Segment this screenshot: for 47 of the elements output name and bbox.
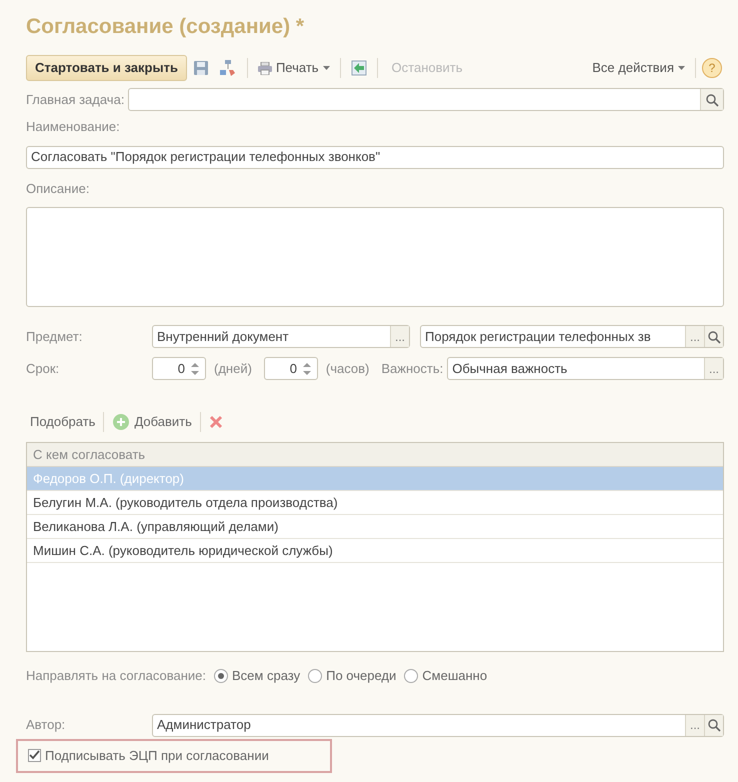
window-title: Согласование (создание) *: [26, 14, 306, 40]
name-field[interactable]: Согласовать "Порядок регистрации телефонных звонков": [26, 146, 724, 168]
radio-option[interactable]: Всем сразу: [214, 666, 300, 686]
table-row[interactable]: Белугин М.А. (руководитель отдела производства): [27, 491, 723, 515]
choose-button[interactable]: ...: [390, 326, 409, 347]
search-icon[interactable]: [707, 718, 721, 732]
field-label: Описание:: [26, 180, 90, 198]
add-button[interactable]: Добавить: [112, 412, 192, 432]
unit-label: (часов): [326, 360, 370, 378]
printer-icon: [258, 62, 272, 74]
subject-type-field[interactable]: Внутренний документ ...: [152, 325, 410, 348]
dropdown-arrow-icon: [322, 66, 330, 70]
radio-option[interactable]: По очереди: [308, 666, 396, 686]
menu-button[interactable]: Печать: [254, 58, 334, 78]
radio-option[interactable]: Смешанно: [404, 666, 488, 686]
column-header: С кем согласовать: [33, 446, 146, 464]
route-icon[interactable]: [218, 59, 237, 77]
dropdown-arrow-icon: [678, 66, 685, 70]
subject-field[interactable]: Порядок регистрации телефонных зв ...: [420, 325, 724, 348]
search-icon[interactable]: [705, 92, 719, 106]
delete-icon[interactable]: [208, 415, 223, 429]
sign-checkbox[interactable]: Подписывать ЭЦП при согласовании: [28, 746, 269, 766]
menu-button[interactable]: Все действия: [588, 58, 689, 78]
table-row[interactable]: Великанова Л.А. (управляющий делами): [27, 515, 723, 539]
author-field[interactable]: Администратор ...: [152, 714, 724, 736]
start-and-close-button[interactable]: Стартовать и закрыть: [26, 55, 187, 81]
table-row[interactable]: Мишин С.А. (руководитель юридической службы): [27, 539, 723, 563]
arrow-icon[interactable]: [350, 60, 367, 76]
field-label: Наименование:: [26, 118, 121, 136]
field-label: Предмет:: [26, 328, 84, 346]
field-label: Направлять на согласование:: [26, 667, 206, 685]
plus-icon: [112, 413, 130, 431]
field-label: Главная задача:: [26, 90, 124, 109]
spinner-arrows-icon[interactable]: [189, 360, 201, 376]
number-spinner[interactable]: 0: [152, 357, 206, 380]
choose-button[interactable]: ...: [684, 714, 704, 736]
choose-button[interactable]: ...: [704, 358, 723, 379]
importance-field[interactable]: Обычная важность ...: [447, 357, 724, 380]
unit-label: (дней): [214, 360, 252, 378]
field-label: Важность:: [381, 360, 444, 378]
field-label: Срок:: [26, 360, 60, 378]
choose-button[interactable]: ...: [684, 326, 704, 347]
number-spinner[interactable]: 0: [264, 357, 318, 380]
search-icon[interactable]: [707, 330, 721, 344]
spinner-arrows-icon[interactable]: [300, 360, 313, 376]
field-label: Автор:: [26, 716, 66, 734]
pick-button[interactable]: Подобрать: [30, 412, 96, 432]
